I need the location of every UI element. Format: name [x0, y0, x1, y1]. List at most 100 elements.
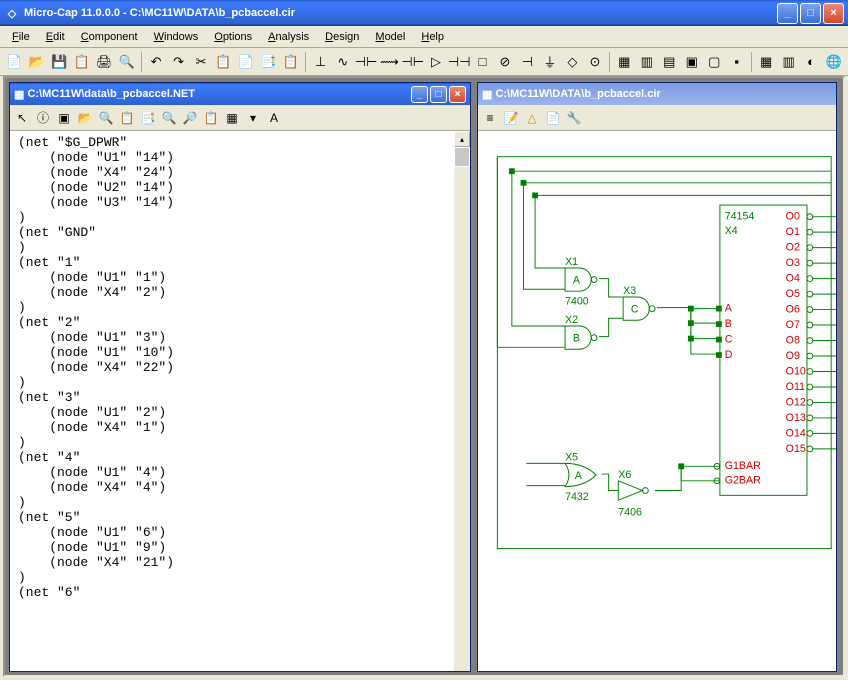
scroll-thumb[interactable]: [454, 147, 470, 167]
netlist-tool[interactable]: ▾: [243, 108, 263, 128]
chip-ref: X4: [725, 225, 738, 237]
toolbar-button[interactable]: ▥: [637, 51, 657, 73]
svg-text:A: A: [575, 470, 583, 482]
svg-text:C: C: [725, 333, 733, 345]
toolbar-button[interactable]: ↷: [168, 51, 188, 73]
svg-text:O5: O5: [786, 288, 800, 300]
menu-component[interactable]: Component: [73, 29, 146, 45]
toolbar-button[interactable]: ⊙: [585, 51, 605, 73]
menu-help[interactable]: Help: [413, 29, 452, 45]
mdi-workspace: ▦ C:\MC11W\data\b_pcbaccel.NET _ □ × ↖ⓘ▣…: [3, 76, 845, 677]
schematic-titlebar[interactable]: ▦ C:\MC11W\DATA\b_pcbaccel.cir: [478, 83, 836, 105]
netlist-tool[interactable]: 🔍: [159, 108, 179, 128]
netlist-minimize-button[interactable]: _: [411, 86, 428, 103]
main-titlebar: ◇ Micro-Cap 11.0.0.0 - C:\MC11W\DATA\b_p…: [0, 0, 848, 26]
svg-text:A: A: [573, 274, 581, 286]
schematic-tool[interactable]: 📄: [543, 108, 563, 128]
toolbar-button[interactable]: 📑: [258, 51, 278, 73]
maximize-button[interactable]: □: [800, 3, 821, 24]
svg-text:O13: O13: [786, 412, 806, 424]
netlist-scrollbar[interactable]: ▴: [454, 131, 470, 671]
netlist-tool[interactable]: 📑: [138, 108, 158, 128]
menu-design[interactable]: Design: [317, 29, 367, 45]
toolbar-button[interactable]: 📋: [71, 51, 91, 73]
main-toolbar: 📄📂💾📋🖨🔍↶↷✂📋📄📑📋⊥∿⊣⊢⟿⊣⊢▷⊣⊣□⊘⊣⏚◇⊙▦▥▤▣▢▪▦▥◐🌐: [0, 48, 848, 76]
menu-options[interactable]: Options: [206, 29, 260, 45]
menu-file[interactable]: File: [4, 29, 38, 45]
netlist-text[interactable]: (net "$G_DPWR" (node "U1" "14") (node "X…: [10, 131, 454, 671]
toolbar-button[interactable]: ✂: [191, 51, 211, 73]
toolbar-button[interactable]: ⊣⊣: [448, 51, 470, 73]
schematic-tool[interactable]: △: [522, 108, 542, 128]
app-icon: ◇: [4, 5, 20, 21]
menu-edit[interactable]: Edit: [38, 29, 73, 45]
toolbar-button[interactable]: 📄: [236, 51, 256, 73]
netlist-tool[interactable]: 📋: [201, 108, 221, 128]
close-button[interactable]: ×: [823, 3, 844, 24]
scroll-up-button[interactable]: ▴: [454, 131, 470, 147]
svg-text:O6: O6: [786, 303, 800, 315]
schematic-title: C:\MC11W\DATA\b_pcbaccel.cir: [495, 88, 832, 100]
toolbar-button[interactable]: 🔍: [116, 51, 136, 73]
netlist-tool[interactable]: 🔎: [180, 108, 200, 128]
netlist-tool[interactable]: 📋: [117, 108, 137, 128]
toolbar-button[interactable]: ▣: [682, 51, 702, 73]
svg-text:O4: O4: [786, 273, 800, 285]
svg-text:B: B: [725, 318, 732, 330]
file-icon: ▦: [482, 88, 495, 101]
menubar: FileEditComponentWindowsOptionsAnalysisD…: [0, 26, 848, 48]
toolbar-button[interactable]: ▥: [778, 51, 798, 73]
toolbar-button[interactable]: 📋: [281, 51, 301, 73]
svg-text:O11: O11: [786, 381, 805, 393]
toolbar-button[interactable]: ⊥: [310, 51, 330, 73]
toolbar-button[interactable]: 📄: [4, 51, 24, 73]
toolbar-button[interactable]: 📋: [213, 51, 233, 73]
toolbar-button[interactable]: ◇: [562, 51, 582, 73]
toolbar-button[interactable]: 🌐: [823, 51, 843, 73]
toolbar-button[interactable]: ↶: [146, 51, 166, 73]
toolbar-button[interactable]: □: [472, 51, 492, 73]
toolbar-button[interactable]: ⊘: [495, 51, 515, 73]
svg-text:C: C: [631, 303, 639, 315]
netlist-tool[interactable]: 📂: [75, 108, 95, 128]
netlist-tool[interactable]: ▦: [222, 108, 242, 128]
netlist-close-button[interactable]: ×: [449, 86, 466, 103]
netlist-tool[interactable]: ⓘ: [33, 108, 53, 128]
toolbar-button[interactable]: ▦: [756, 51, 776, 73]
toolbar-button[interactable]: ⊣: [517, 51, 537, 73]
schematic-tool[interactable]: 📝: [501, 108, 521, 128]
menu-model[interactable]: Model: [367, 29, 413, 45]
schematic-svg: A X1 7400 B X2 C X3 A X5 7432 X6 7406 74…: [478, 131, 836, 671]
schematic-canvas[interactable]: A X1 7400 B X2 C X3 A X5 7432 X6 7406 74…: [478, 131, 836, 671]
toolbar-button[interactable]: 📂: [26, 51, 46, 73]
toolbar-button[interactable]: ▢: [704, 51, 724, 73]
toolbar-button[interactable]: ∿: [333, 51, 353, 73]
chip-label: 74154: [725, 211, 755, 223]
toolbar-button[interactable]: ⊣⊢: [402, 51, 424, 73]
netlist-maximize-button[interactable]: □: [430, 86, 447, 103]
minimize-button[interactable]: _: [777, 3, 798, 24]
netlist-tool[interactable]: 🔍: [96, 108, 116, 128]
toolbar-button[interactable]: ⏚: [540, 51, 560, 73]
netlist-tool[interactable]: A: [264, 108, 284, 128]
toolbar-button[interactable]: ▦: [614, 51, 634, 73]
toolbar-button[interactable]: ◐: [801, 51, 821, 73]
toolbar-button[interactable]: ⟿: [379, 51, 400, 73]
menu-analysis[interactable]: Analysis: [260, 29, 317, 45]
netlist-window: ▦ C:\MC11W\data\b_pcbaccel.NET _ □ × ↖ⓘ▣…: [9, 82, 471, 672]
netlist-tool[interactable]: ▣: [54, 108, 74, 128]
menu-windows[interactable]: Windows: [146, 29, 207, 45]
netlist-titlebar[interactable]: ▦ C:\MC11W\data\b_pcbaccel.NET _ □ ×: [10, 83, 470, 105]
schematic-tool[interactable]: ≡: [480, 108, 500, 128]
toolbar-button[interactable]: ▤: [659, 51, 679, 73]
toolbar-button[interactable]: ⊣⊢: [355, 51, 377, 73]
svg-text:A: A: [725, 303, 733, 315]
toolbar-button[interactable]: ▷: [426, 51, 446, 73]
netlist-tool[interactable]: ↖: [12, 108, 32, 128]
toolbar-button[interactable]: ▪: [726, 51, 746, 73]
schematic-tool[interactable]: 🔧: [564, 108, 584, 128]
toolbar-button[interactable]: 🖨: [94, 51, 114, 73]
schematic-window: ▦ C:\MC11W\DATA\b_pcbaccel.cir ≡📝△📄🔧: [477, 82, 837, 672]
svg-text:B: B: [573, 332, 580, 344]
toolbar-button[interactable]: 💾: [49, 51, 69, 73]
